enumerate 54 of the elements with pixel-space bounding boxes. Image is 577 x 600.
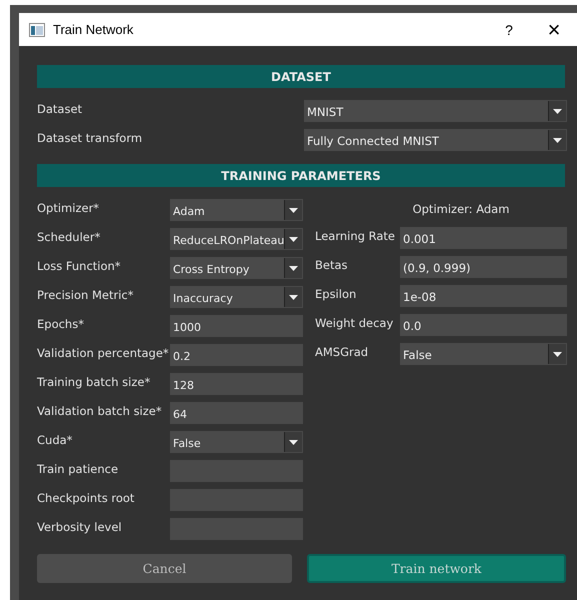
optimizer-title: Optimizer: Adam <box>412 201 510 218</box>
help-button[interactable]: ? <box>499 22 519 38</box>
caret-icon <box>289 266 298 270</box>
caret-icon <box>553 138 562 142</box>
caret-icon <box>289 208 298 212</box>
field-label: Validation batch size* <box>37 404 163 418</box>
field-label: Checkpoints root <box>37 491 136 505</box>
input-field[interactable]: 64 <box>170 402 303 424</box>
window-icon <box>29 22 45 36</box>
input-field[interactable]: 128 <box>170 373 303 395</box>
dropdown[interactable]: Fully Connected MNIST <box>304 129 567 151</box>
field-label: Verbosity level <box>37 520 123 534</box>
dropdown[interactable]: Cross Entropy <box>170 257 303 279</box>
field-label: Optimizer* <box>37 201 100 215</box>
field-label: Validation percentage* <box>37 346 170 360</box>
input-field[interactable] <box>170 518 303 540</box>
field-label: Epochs* <box>37 317 85 331</box>
dropdown[interactable]: MNIST <box>304 100 567 122</box>
caret-icon <box>289 294 298 300</box>
cancel-button[interactable]: Cancel <box>37 554 292 583</box>
dropdown[interactable]: False <box>170 431 303 453</box>
input-field[interactable]: 0.0 <box>400 314 567 336</box>
section-header: TRAINING PARAMETERS <box>37 164 565 187</box>
input-field[interactable] <box>170 460 303 482</box>
field-label: Betas <box>315 258 349 272</box>
caret-icon <box>553 352 562 356</box>
field-label: Epsilon <box>315 287 358 301</box>
field-label: Train patience <box>37 462 120 476</box>
close-button[interactable]: × <box>543 18 565 40</box>
section-header: DATASET <box>37 65 565 88</box>
caret-icon <box>289 236 298 242</box>
dropdown[interactable]: False <box>400 343 567 365</box>
field-label: Precision Metric* <box>37 288 134 302</box>
field-label: Dataset transform <box>37 131 144 145</box>
caret-icon <box>553 108 562 114</box>
input-field[interactable]: (0.9, 0.999) <box>400 256 567 278</box>
caret-icon <box>289 440 298 444</box>
field-label: Weight decay <box>315 316 394 330</box>
dropdown[interactable]: Inaccuracy <box>170 286 303 308</box>
field-label: Learning Rate <box>315 229 396 243</box>
field-label: Dataset <box>37 102 84 116</box>
input-field[interactable]: 1e-08 <box>400 285 567 307</box>
input-field[interactable]: 0.001 <box>400 227 567 249</box>
field-label: Training batch size* <box>37 375 152 389</box>
window-title: Train Network <box>53 22 134 37</box>
field-label: Scheduler* <box>37 230 102 244</box>
field-label: AMSGrad <box>315 345 370 359</box>
field-label: Cuda* <box>37 433 74 447</box>
input-field[interactable]: 0.2 <box>170 344 303 366</box>
dropdown[interactable]: Adam <box>170 199 303 221</box>
dropdown[interactable]: ReduceLROnPlateau <box>170 228 303 250</box>
field-label: Loss Function* <box>37 259 122 273</box>
input-field[interactable] <box>170 489 303 511</box>
input-field[interactable]: 1000 <box>170 315 303 337</box>
